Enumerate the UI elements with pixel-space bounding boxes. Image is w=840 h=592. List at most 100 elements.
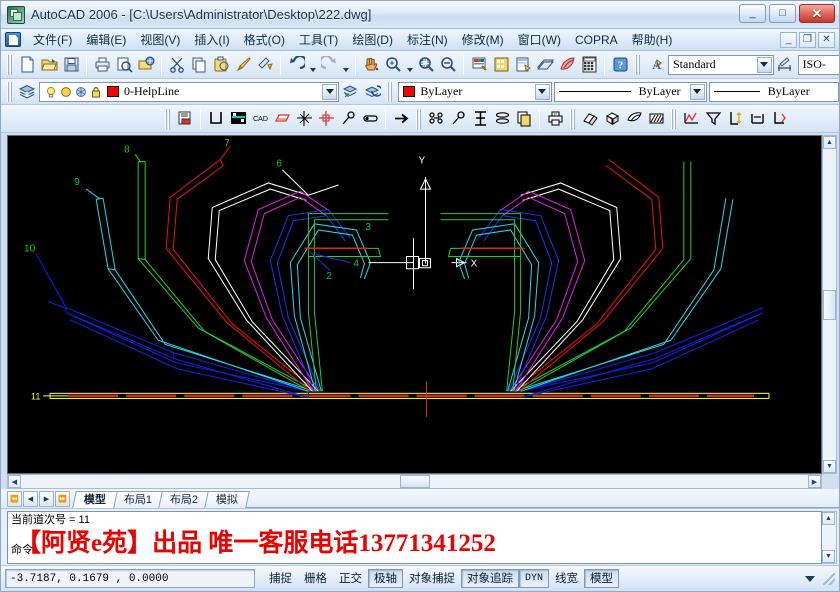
layer-combo[interactable]: 0-HelpLine: [39, 81, 340, 102]
linetype-control-combo[interactable]: ByLayer: [553, 81, 707, 102]
copra-next-arrow-icon[interactable]: [390, 108, 412, 130]
vscroll-track[interactable]: [823, 149, 836, 290]
status-lineweight[interactable]: 线宽: [549, 569, 584, 588]
dim-style-combo[interactable]: ISO-: [797, 54, 839, 75]
canvas-horizontal-scrollbar[interactable]: ◀ ▶: [7, 474, 822, 489]
text-style-combo[interactable]: Standard: [668, 54, 774, 75]
command-scroll-track[interactable]: [822, 525, 836, 550]
scroll-up-button[interactable]: ▲: [823, 136, 836, 149]
match-properties-icon[interactable]: [232, 54, 254, 76]
plot-preview-icon[interactable]: [113, 54, 135, 76]
copra-3d-box-icon[interactable]: [601, 108, 623, 130]
tab-model[interactable]: 模型: [72, 491, 118, 508]
copra-unfold-icon[interactable]: [293, 108, 315, 130]
status-dyn[interactable]: DYN: [519, 569, 550, 588]
pan-icon[interactable]: [360, 54, 382, 76]
properties-icon[interactable]: [468, 54, 490, 76]
command-prompt[interactable]: 命令：: [8, 543, 821, 558]
status-menu-arrow-icon[interactable]: [805, 575, 815, 582]
tab-last-button[interactable]: ⏩: [55, 491, 70, 507]
copra-width-icon[interactable]: [746, 108, 768, 130]
designcenter-icon[interactable]: [490, 54, 512, 76]
menu-edit[interactable]: 编辑(E): [79, 30, 133, 50]
status-polar[interactable]: 极轴: [368, 569, 403, 588]
menu-copra[interactable]: COPRA: [568, 30, 625, 50]
menu-window[interactable]: 窗口(W): [511, 30, 568, 50]
copra-cad-icon[interactable]: CAD: [249, 108, 271, 130]
layer-previous-icon[interactable]: [361, 81, 383, 103]
coordinates-display[interactable]: -3.7187, 0.1679 , 0.0000: [5, 569, 255, 588]
cut-icon[interactable]: [166, 54, 188, 76]
status-model[interactable]: 模型: [584, 569, 620, 588]
toolbar-grip[interactable]: [6, 81, 13, 102]
tab-simulation[interactable]: 模拟: [204, 491, 251, 508]
zoom-dropdown[interactable]: [404, 54, 415, 76]
markup-set-icon[interactable]: [556, 54, 578, 76]
undo-dropdown[interactable]: [307, 54, 318, 76]
command-scrollbar[interactable]: ▲ ▼: [822, 511, 837, 564]
copra-shaft-icon[interactable]: [491, 108, 513, 130]
copra-3d-solid-icon[interactable]: [579, 108, 601, 130]
scroll-down-button[interactable]: ▼: [823, 460, 836, 473]
publish-icon[interactable]: [135, 54, 157, 76]
text-style-icon[interactable]: A: [644, 54, 666, 76]
open-icon[interactable]: [38, 54, 60, 76]
mdi-close-button[interactable]: ✕: [818, 31, 835, 48]
toolbar-grip[interactable]: [569, 108, 576, 129]
scroll-right-button[interactable]: ▶: [808, 475, 821, 488]
canvas-vertical-scrollbar[interactable]: ▲ ▼: [822, 135, 837, 474]
tab-prev-button[interactable]: ◀: [23, 491, 38, 507]
copra-pin-icon[interactable]: [337, 108, 359, 130]
copra-3d-shell-icon[interactable]: [623, 108, 645, 130]
copra-chart-icon[interactable]: [680, 108, 702, 130]
copra-section-icon[interactable]: [271, 108, 293, 130]
vscroll-thumb[interactable]: [823, 289, 836, 320]
plot-icon[interactable]: [91, 54, 113, 76]
menu-help[interactable]: 帮助(H): [625, 30, 680, 50]
mdi-minimize-button[interactable]: _: [780, 31, 797, 48]
copra-copy-icon[interactable]: [513, 108, 535, 130]
color-control-combo[interactable]: ByLayer: [398, 81, 552, 102]
copy-icon[interactable]: [188, 54, 210, 76]
copra-rollset-icon[interactable]: [469, 108, 491, 130]
toolbar-grip[interactable]: [670, 108, 677, 129]
copra-angle-icon[interactable]: [768, 108, 790, 130]
copra-stand-icon[interactable]: [425, 108, 447, 130]
status-osnap[interactable]: 对象捕捉: [403, 569, 461, 588]
new-icon[interactable]: [16, 54, 38, 76]
vscroll-track[interactable]: [823, 320, 836, 461]
toolbar-grip[interactable]: [634, 54, 641, 75]
menu-view[interactable]: 视图(V): [133, 30, 187, 50]
command-scroll-up-button[interactable]: ▲: [822, 512, 835, 525]
command-scroll-down-button[interactable]: ▼: [822, 550, 835, 563]
copra-funnel-icon[interactable]: [702, 108, 724, 130]
undo-icon[interactable]: [285, 54, 307, 76]
menu-insert[interactable]: 插入(I): [187, 30, 236, 50]
paste-icon[interactable]: [210, 54, 232, 76]
menu-tools[interactable]: 工具(T): [292, 30, 345, 50]
menu-format[interactable]: 格式(O): [237, 30, 292, 50]
maximize-button[interactable]: □: [769, 4, 796, 23]
chevron-down-icon[interactable]: [689, 83, 705, 100]
tab-layout2[interactable]: 布局2: [158, 491, 211, 508]
copra-hatch-icon[interactable]: [645, 108, 667, 130]
status-ortho[interactable]: 正交: [333, 569, 368, 588]
lineweight-control-combo[interactable]: ByLayer: [708, 81, 839, 102]
redo-icon[interactable]: [318, 54, 340, 76]
scroll-left-button[interactable]: ◀: [8, 475, 21, 488]
zoom-realtime-icon[interactable]: [382, 54, 404, 76]
copra-print-icon[interactable]: P: [544, 108, 566, 130]
copra-roll-icon[interactable]: [359, 108, 381, 130]
dim-style-icon[interactable]: [774, 54, 796, 76]
tab-layout1[interactable]: 布局1: [112, 491, 164, 508]
command-window[interactable]: 当前道次号 = 11 命令： 【阿贤e苑】出品 唯一客服电话1377134125…: [7, 511, 822, 564]
status-otrack[interactable]: 对象追踪: [461, 569, 519, 588]
zoom-previous-icon[interactable]: [437, 54, 459, 76]
make-layer-current-icon[interactable]: [339, 81, 361, 103]
save-icon[interactable]: [60, 54, 82, 76]
status-grid[interactable]: 栅格: [298, 569, 333, 588]
mdi-restore-button[interactable]: ❐: [799, 31, 816, 48]
toolbar-grip[interactable]: [164, 108, 171, 129]
copra-height-icon[interactable]: [724, 108, 746, 130]
tool-palettes-icon[interactable]: [512, 54, 534, 76]
